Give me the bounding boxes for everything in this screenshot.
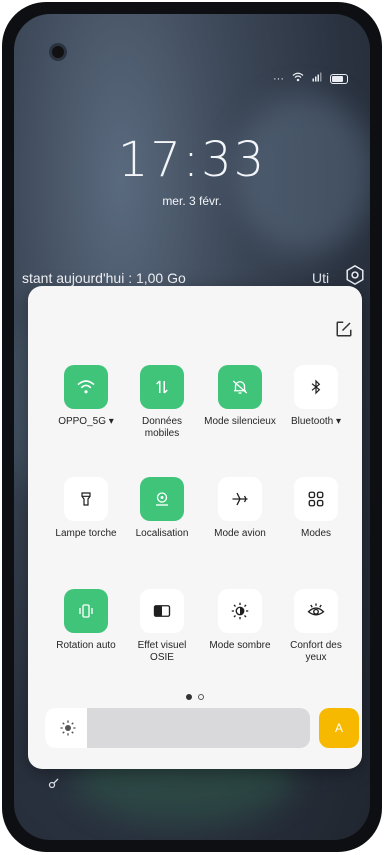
page-indicator bbox=[28, 694, 362, 700]
tile-airplane-mode[interactable]: Mode avion bbox=[204, 477, 276, 540]
tile-silent-mode[interactable]: Mode silencieux bbox=[204, 365, 276, 428]
dark-mode-icon[interactable] bbox=[218, 589, 262, 633]
brightness-slider[interactable] bbox=[45, 708, 310, 748]
bottom-shortcut-icon[interactable] bbox=[48, 776, 60, 789]
flashlight-icon[interactable] bbox=[64, 477, 108, 521]
tile-label: Confort des yeux bbox=[290, 640, 342, 663]
tile-osie[interactable]: Effet visuel OSIE bbox=[126, 589, 198, 664]
quick-settings-panel: OPPO_5G ▾ Données mobiles Mode silencieu… bbox=[28, 286, 362, 769]
tile-flashlight[interactable]: Lampe torche bbox=[50, 477, 122, 540]
modes-grid-icon[interactable] bbox=[294, 477, 338, 521]
battery-icon bbox=[330, 73, 348, 84]
tile-label: Rotation auto bbox=[56, 640, 116, 651]
data-usage-right-text: Uti bbox=[312, 270, 330, 286]
tile-label: Mode silencieux bbox=[204, 416, 276, 427]
page-dot-active[interactable] bbox=[186, 694, 192, 700]
wifi-status-icon bbox=[292, 72, 304, 85]
tile-label: Modes bbox=[300, 528, 331, 539]
eye-comfort-icon[interactable] bbox=[294, 589, 338, 633]
tile-label: Données mobiles bbox=[141, 416, 183, 439]
wifi-icon[interactable] bbox=[64, 365, 108, 409]
bell-off-icon[interactable] bbox=[218, 365, 262, 409]
edit-icon[interactable] bbox=[335, 320, 353, 338]
screen: ··· 17:33 mer. 3 févr. stant aujourd'hui… bbox=[14, 14, 370, 840]
tile-label: Effet visuel OSIE bbox=[137, 640, 187, 663]
tile-mobile-data[interactable]: Données mobiles bbox=[126, 365, 198, 440]
status-bar: ··· bbox=[273, 72, 348, 85]
phone-frame: ··· 17:33 mer. 3 févr. stant aujourd'hui… bbox=[2, 2, 382, 852]
tile-label: Bluetooth ▾ bbox=[290, 416, 342, 427]
lockscreen-clock: 17:33 bbox=[117, 132, 267, 188]
tile-dark-mode[interactable]: Mode sombre bbox=[204, 589, 276, 652]
tile-label: Lampe torche bbox=[55, 528, 117, 539]
front-camera bbox=[52, 46, 64, 58]
lockscreen-date: mer. 3 févr. bbox=[162, 194, 222, 208]
tile-bluetooth[interactable]: Bluetooth ▾ bbox=[280, 365, 352, 428]
signal-icon: ··· bbox=[273, 72, 284, 85]
tile-auto-rotate[interactable]: Rotation auto bbox=[50, 589, 122, 652]
bluetooth-icon[interactable] bbox=[294, 365, 338, 409]
tile-label: Localisation bbox=[135, 528, 189, 539]
rotation-icon[interactable] bbox=[64, 589, 108, 633]
mobile-data-icon[interactable] bbox=[140, 365, 184, 409]
tile-label: Mode avion bbox=[214, 528, 266, 539]
tile-label: OPPO_5G ▾ bbox=[58, 416, 114, 427]
tile-label: Mode sombre bbox=[209, 640, 271, 651]
tile-wifi[interactable]: OPPO_5G ▾ bbox=[50, 365, 122, 428]
settings-gear-icon[interactable] bbox=[344, 264, 366, 286]
cell-signal-icon bbox=[312, 72, 322, 85]
airplane-icon[interactable] bbox=[218, 477, 262, 521]
tile-location[interactable]: Localisation bbox=[126, 477, 198, 540]
auto-brightness-button[interactable]: A bbox=[319, 708, 359, 748]
sun-icon bbox=[59, 719, 77, 737]
page-dot-inactive[interactable] bbox=[198, 694, 204, 700]
data-usage-text: stant aujourd'hui : 1,00 Go bbox=[22, 270, 186, 286]
location-icon[interactable] bbox=[140, 477, 184, 521]
tile-modes[interactable]: Modes bbox=[280, 477, 352, 540]
tile-eye-comfort[interactable]: Confort des yeux bbox=[280, 589, 352, 664]
osie-icon[interactable] bbox=[140, 589, 184, 633]
